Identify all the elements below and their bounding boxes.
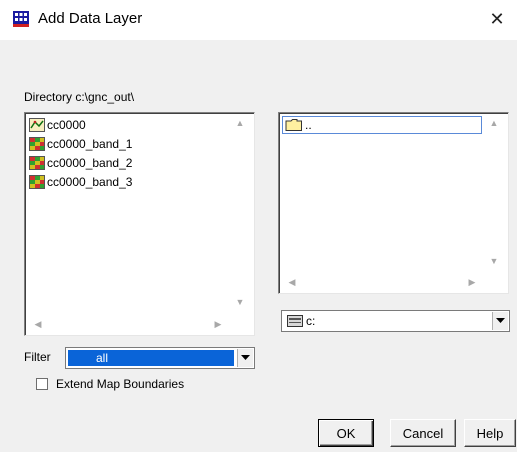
scroll-right-arrow[interactable]: ▶ bbox=[465, 277, 479, 288]
list-item[interactable]: cc0000_band_2 bbox=[29, 154, 132, 172]
close-button[interactable]: ✕ bbox=[477, 0, 517, 40]
filter-select[interactable]: all bbox=[65, 347, 255, 369]
scroll-up-arrow[interactable]: ▲ bbox=[487, 118, 501, 128]
file-name: cc0000_band_3 bbox=[47, 175, 133, 189]
file-name: cc0000 bbox=[47, 118, 86, 132]
file-name: cc0000_band_1 bbox=[47, 137, 133, 151]
raster-layer-icon bbox=[29, 175, 45, 189]
scroll-left-arrow[interactable]: ◀ bbox=[31, 319, 45, 330]
extend-map-boundaries-label: Extend Map Boundaries bbox=[56, 377, 185, 391]
scroll-down-arrow[interactable]: ▼ bbox=[487, 256, 501, 266]
folder-icon bbox=[285, 119, 302, 131]
drive-select[interactable]: c: bbox=[281, 310, 510, 332]
filter-label: Filter bbox=[24, 350, 51, 364]
file-name: cc0000_band_2 bbox=[47, 156, 133, 170]
filter-dropdown-button[interactable] bbox=[237, 349, 253, 367]
directory-label: Directory c:\gnc_out\ bbox=[24, 90, 135, 104]
drive-dropdown-button[interactable] bbox=[492, 312, 508, 330]
vector-layer-icon bbox=[29, 118, 45, 132]
scroll-down-arrow[interactable]: ▼ bbox=[233, 297, 247, 307]
filter-value: all bbox=[68, 350, 234, 366]
folder-item-parent[interactable]: .. bbox=[282, 116, 482, 134]
chevron-down-icon bbox=[496, 318, 505, 323]
chevron-down-icon bbox=[241, 355, 250, 360]
scroll-left-arrow[interactable]: ◀ bbox=[285, 277, 299, 288]
drive-icon bbox=[287, 315, 303, 327]
help-button[interactable]: Help bbox=[464, 419, 516, 447]
window-title: Add Data Layer bbox=[38, 10, 143, 27]
raster-layer-icon bbox=[29, 137, 45, 151]
title-bar: Add Data Layer ✕ bbox=[0, 0, 517, 40]
cancel-button[interactable]: Cancel bbox=[390, 419, 456, 447]
file-list[interactable]: cc0000 cc0000_band_1 cc0000_band_2 cc000… bbox=[24, 112, 255, 336]
list-item[interactable]: cc0000 bbox=[29, 116, 86, 134]
app-icon bbox=[13, 11, 29, 27]
list-item[interactable]: cc0000_band_3 bbox=[29, 173, 132, 191]
folder-list[interactable]: .. ▲ ▼ ◀ ▶ bbox=[278, 112, 509, 294]
extend-map-boundaries-checkbox[interactable] bbox=[36, 378, 48, 390]
drive-value: c: bbox=[306, 314, 316, 328]
ok-button[interactable]: OK bbox=[318, 419, 374, 447]
scroll-up-arrow[interactable]: ▲ bbox=[233, 118, 247, 128]
scroll-right-arrow[interactable]: ▶ bbox=[211, 319, 225, 330]
raster-layer-icon bbox=[29, 156, 45, 170]
folder-name: .. bbox=[305, 118, 312, 132]
list-item[interactable]: cc0000_band_1 bbox=[29, 135, 132, 153]
